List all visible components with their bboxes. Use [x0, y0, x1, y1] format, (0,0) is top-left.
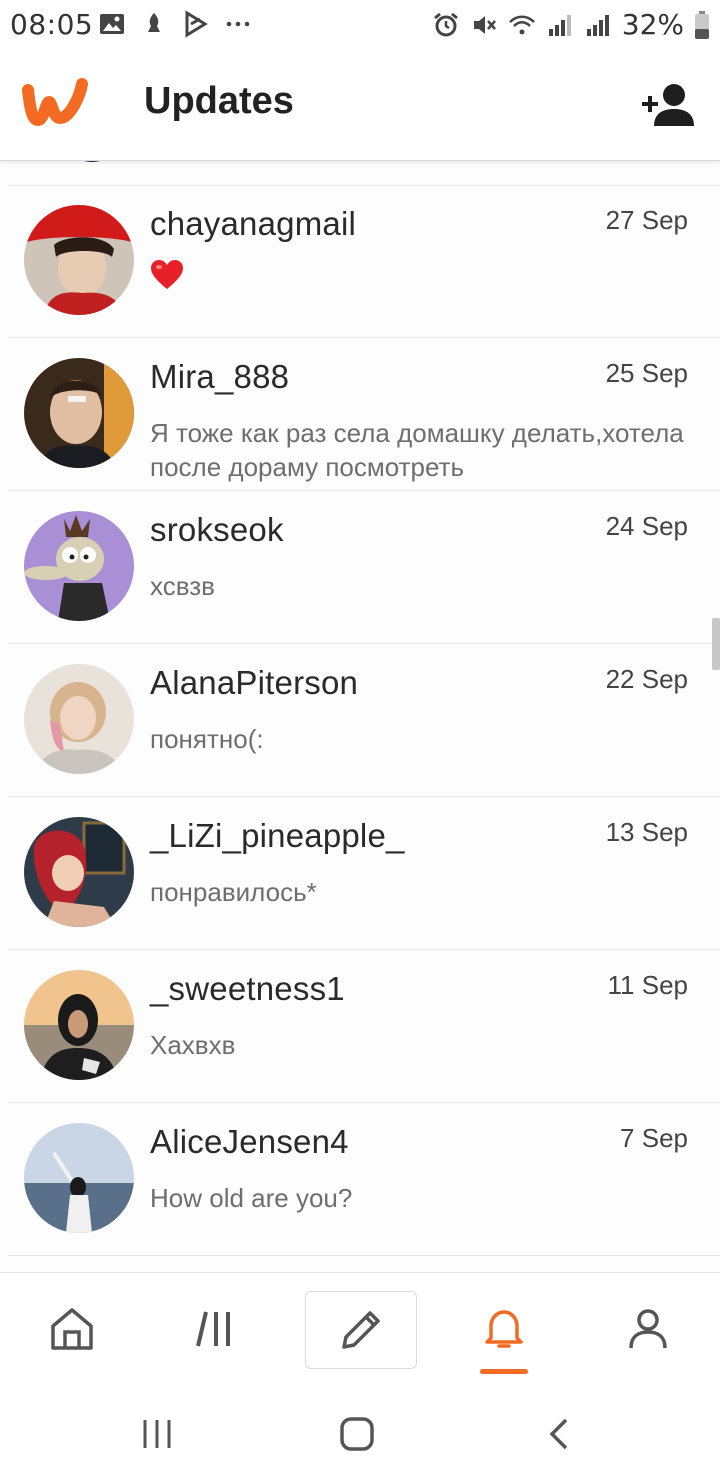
avatar[interactable]	[24, 664, 134, 774]
nav-write[interactable]	[305, 1291, 417, 1369]
partial-list-item	[8, 160, 720, 186]
message-date: 22 Sep	[605, 664, 688, 694]
message-date: 13 Sep	[605, 817, 688, 847]
avatar[interactable]	[24, 358, 134, 468]
message-preview: понравилось*	[150, 877, 317, 907]
status-icons-right: 32%	[432, 8, 710, 41]
conversation-row[interactable]: chayanagmail 27 Sep	[8, 185, 720, 338]
username: AliceJensen4	[150, 1123, 349, 1160]
avatar[interactable]	[24, 970, 134, 1080]
heart-emoji-icon	[151, 260, 183, 289]
username: AlanaPiterson	[150, 664, 359, 701]
play-store-icon	[185, 10, 208, 38]
conversation-row[interactable]: Mira_888 25 Sep Я тоже как раз села дома…	[8, 338, 720, 491]
conversation-row[interactable]: srokseok 24 Sep хсвзв	[8, 491, 720, 644]
battery-percent: 32%	[621, 8, 684, 41]
wifi-icon	[508, 15, 535, 34]
message-preview: How old are you?	[150, 1183, 353, 1213]
gallery-icon	[100, 14, 124, 34]
conversation-row[interactable]: _sweetness1 11 Sep Хахвхв	[8, 950, 720, 1103]
more-dots-icon	[226, 21, 250, 27]
bottom-nav	[0, 1272, 720, 1391]
username: _LiZi_pineapple_	[150, 817, 405, 854]
conversation-row[interactable]: _LiZi_pineapple_ 13 Sep понравилось*	[8, 797, 720, 950]
message-date: 7 Sep	[620, 1123, 688, 1153]
conversation-row[interactable]: AlanaPiterson 22 Sep понятно(:	[8, 644, 720, 797]
scrollbar[interactable]	[712, 618, 720, 670]
signal-icon	[586, 14, 609, 36]
nav-notifications[interactable]	[449, 1291, 559, 1367]
message-preview: Я тоже как раз села домашку делать,хотел…	[150, 418, 684, 482]
profile-icon	[629, 1309, 667, 1349]
message-date: 25 Sep	[605, 358, 688, 388]
message-preview: хсвзв	[150, 571, 215, 601]
write-icon	[342, 1311, 380, 1349]
page-title: Updates	[144, 80, 294, 122]
status-time: 08:05	[10, 8, 94, 41]
notifications-icon	[485, 1310, 523, 1348]
avatar[interactable]	[24, 205, 134, 315]
conversation-row[interactable]: AliceJensen4 7 Sep How old are you?	[8, 1103, 720, 1256]
recent-apps-icon[interactable]	[137, 1414, 177, 1454]
avatar[interactable]	[24, 511, 134, 621]
home-button-icon[interactable]	[337, 1414, 377, 1454]
signal-icon	[548, 14, 571, 36]
nav-profile[interactable]	[593, 1291, 703, 1367]
username: Mira_888	[150, 358, 290, 395]
message-preview: Хахвхв	[150, 1030, 236, 1060]
username: chayanagmail	[150, 205, 357, 242]
status-bar: 08:05 32%	[0, 0, 720, 52]
avatar[interactable]	[24, 1123, 134, 1233]
message-date: 11 Sep	[607, 970, 688, 1000]
username: srokseok	[150, 511, 284, 548]
add-friend-icon[interactable]	[640, 82, 696, 130]
library-icon	[196, 1311, 230, 1347]
message-date: 27 Sep	[605, 205, 688, 235]
system-nav	[0, 1390, 720, 1480]
battery-icon	[695, 10, 709, 39]
back-icon[interactable]	[540, 1414, 580, 1454]
message-preview: понятно(:	[150, 724, 264, 754]
home-icon	[51, 1308, 93, 1350]
status-icons-left	[98, 10, 252, 38]
username: _sweetness1	[150, 970, 345, 1007]
message-date: 24 Sep	[605, 511, 688, 541]
nav-home[interactable]	[17, 1291, 127, 1367]
active-tab-indicator	[480, 1369, 528, 1374]
nav-library[interactable]	[162, 1291, 272, 1367]
mute-icon	[473, 15, 496, 34]
conversation-list[interactable]: chayanagmail 27 Sep Mira_888 25 Sep Я то…	[0, 160, 720, 1272]
wattpad-logo-icon[interactable]	[22, 78, 88, 128]
notification-icon	[148, 13, 160, 32]
avatar[interactable]	[24, 817, 134, 927]
app-header: Updates	[0, 52, 720, 161]
alarm-icon	[433, 12, 458, 36]
